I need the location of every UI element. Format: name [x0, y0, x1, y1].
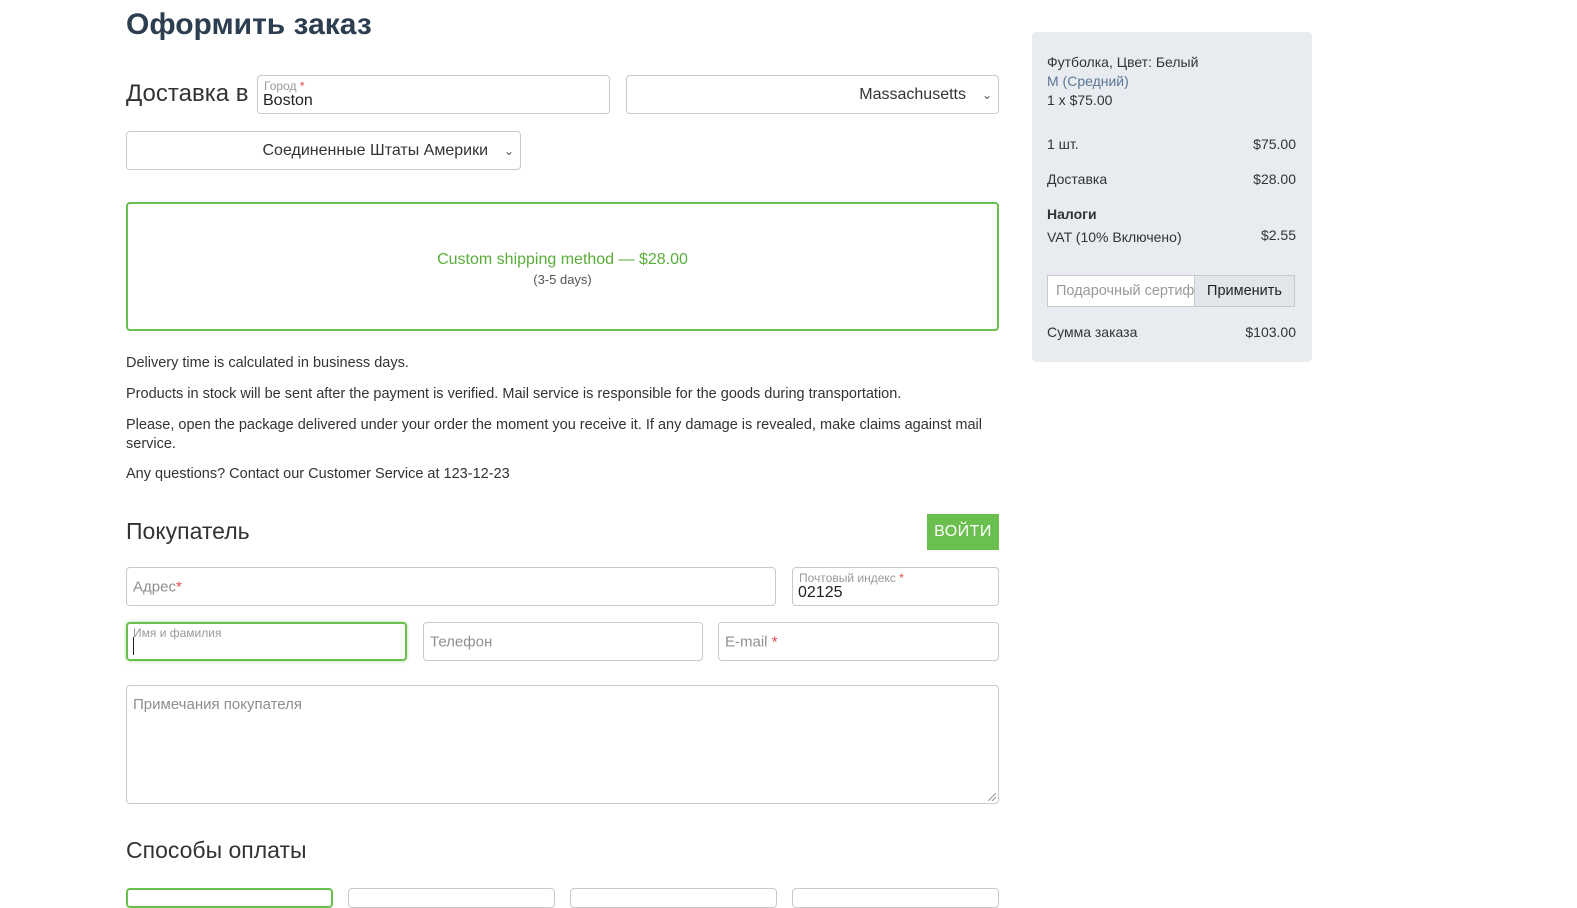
resize-handle-icon[interactable]	[988, 793, 996, 801]
page-title: Оформить заказ	[126, 8, 372, 41]
total-label: Сумма заказа	[1047, 324, 1138, 340]
product-qty-price: 1 x $75.00	[1047, 92, 1113, 108]
required-mark: *	[299, 79, 305, 93]
phone-field[interactable]: Телефон	[423, 622, 703, 661]
delivery-info-text: Delivery time is calculated in business …	[126, 355, 409, 371]
chevron-down-icon: ⌄	[503, 143, 514, 158]
state-value: Massachusetts	[859, 85, 966, 103]
shipping-method-option[interactable]: Custom shipping method — $28.00 (3-5 day…	[126, 202, 999, 331]
gift-certificate-form: Подарочный сертификат Применить	[1047, 275, 1295, 307]
country-select[interactable]: Соединенные Штаты Америки ⌄	[126, 131, 521, 170]
order-summary: Футболка, Цвет: Белый M (Средний) 1 x $7…	[1032, 32, 1312, 362]
vat-value: $2.55	[1260, 227, 1296, 243]
required-mark: *	[175, 578, 182, 595]
buyer-section-title: Покупатель	[126, 518, 250, 544]
city-value: Boston	[263, 92, 313, 109]
vat-label: VAT (10% Включено)	[1047, 229, 1182, 245]
product-variant: M (Средний)	[1047, 73, 1129, 89]
zip-value: 02125	[798, 584, 843, 601]
state-select[interactable]: Massachusetts ⌄	[626, 75, 999, 114]
delivery-value: $28.00	[1253, 171, 1296, 187]
items-value: $75.00	[1253, 136, 1296, 152]
summary-vat-row: VAT (10% Включено) $2.55	[1047, 227, 1296, 245]
payment-method-option[interactable]	[348, 888, 555, 908]
login-button[interactable]: ВОЙТИ	[927, 514, 999, 550]
required-mark: *	[771, 633, 778, 650]
shipping-method-name: Custom shipping method — $28.00	[437, 251, 688, 268]
taxes-heading: Налоги	[1047, 206, 1296, 222]
customer-notes-textarea[interactable]: Примечания покупателя	[126, 685, 999, 804]
apply-button[interactable]: Применить	[1195, 275, 1295, 307]
chevron-down-icon: ⌄	[981, 87, 992, 102]
shipping-method-days: (3-5 days)	[533, 272, 592, 287]
notes-placeholder: Примечания покупателя	[133, 696, 303, 713]
payment-method-option[interactable]	[792, 888, 999, 908]
address-field[interactable]: Адрес*	[126, 567, 776, 606]
zip-field[interactable]: Почтовый индекс * 02125	[792, 567, 999, 606]
text-cursor	[133, 637, 134, 655]
summary-delivery-row: Доставка $28.00	[1047, 171, 1296, 187]
email-field[interactable]: E-mail *	[718, 622, 999, 661]
city-label: Город	[264, 79, 297, 93]
phone-placeholder: Телефон	[430, 633, 493, 650]
zip-label: Почтовый индекс	[799, 571, 896, 585]
country-value: Соединенные Штаты Америки	[262, 141, 489, 159]
delivery-label: Доставка в	[126, 80, 249, 107]
taxes-label: Налоги	[1047, 206, 1097, 222]
summary-total-row: Сумма заказа $103.00	[1047, 324, 1296, 340]
name-field[interactable]: Имя и фамилия	[126, 622, 407, 661]
payment-method-option[interactable]	[126, 888, 333, 908]
delivery-info-text: Products in stock will be sent after the…	[126, 386, 902, 402]
product-name[interactable]: Футболка, Цвет: Белый	[1047, 53, 1198, 72]
email-placeholder: E-mail	[725, 633, 768, 650]
address-placeholder: Адрес	[133, 578, 176, 595]
total-value: $103.00	[1245, 324, 1296, 340]
summary-items-row: 1 шт. $75.00	[1047, 136, 1296, 152]
delivery-info-text: Please, open the package delivered under…	[126, 417, 982, 452]
delivery-info-text: Any questions? Contact our Customer Serv…	[126, 466, 510, 482]
required-mark: *	[899, 571, 904, 585]
payment-method-option[interactable]	[570, 888, 777, 908]
name-label: Имя и фамилия	[133, 626, 222, 640]
items-label: 1 шт.	[1047, 136, 1079, 152]
gift-certificate-input[interactable]: Подарочный сертификат	[1047, 275, 1195, 307]
city-field[interactable]: Город * Boston	[257, 75, 610, 114]
delivery-label: Доставка	[1047, 171, 1108, 187]
payment-section-title: Способы оплаты	[126, 837, 307, 863]
